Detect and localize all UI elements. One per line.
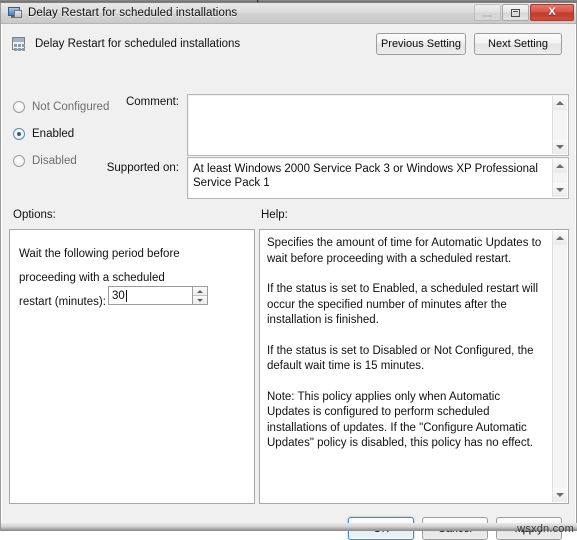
options-label: Options:	[13, 209, 56, 221]
help-paragraph: Specifies the amount of time for Automat…	[267, 236, 544, 267]
stepper-buttons	[192, 286, 208, 305]
restore-icon	[511, 9, 520, 17]
supported-scroll-down-button[interactable]	[553, 183, 567, 197]
previous-setting-button[interactable]: Previous Setting	[376, 33, 466, 55]
title-bar: Delay Restart for scheduled installation…	[1, 3, 576, 24]
text-caret	[126, 290, 127, 302]
help-paragraph: If the status is set to Enabled, a sched…	[267, 282, 544, 329]
restart-minutes-value: 30	[112, 290, 125, 302]
scroll-down-arrow-icon	[556, 493, 564, 497]
help-text-area: Specifies the amount of time for Automat…	[260, 230, 552, 503]
help-scroll-down-button[interactable]	[553, 488, 567, 502]
help-paragraph: If the status is set to Disabled or Not …	[267, 344, 544, 375]
scroll-down-arrow-icon	[556, 145, 564, 149]
setting-header: Delay Restart for scheduled installation…	[11, 36, 240, 52]
comment-scrollbar[interactable]	[552, 96, 567, 154]
help-panel: Specifies the amount of time for Automat…	[259, 229, 569, 504]
scroll-down-arrow-icon	[556, 188, 564, 192]
spinner-up-icon	[197, 290, 203, 293]
policy-setting-icon	[7, 5, 23, 21]
spinner-down-icon	[197, 299, 203, 302]
supported-on-textarea[interactable]: At least Windows 2000 Service Pack 3 or …	[187, 157, 569, 199]
next-setting-button[interactable]: Next Setting	[474, 33, 562, 55]
scroll-up-arrow-icon	[556, 236, 564, 240]
help-scroll-up-button[interactable]	[553, 231, 567, 245]
policy-setting-dialog: Delay Restart for scheduled installation…	[0, 3, 577, 531]
supported-on-scrollbar[interactable]	[552, 159, 567, 197]
watermark: wsxdn.com	[517, 523, 574, 535]
supported-on-label: Supported on:	[69, 162, 179, 174]
window-controls: X	[473, 4, 574, 21]
setting-navigation: Previous Setting Next Setting	[376, 33, 562, 55]
restart-minutes-stepper[interactable]: 30	[108, 286, 208, 305]
restart-minutes-input[interactable]: 30	[108, 286, 192, 305]
radio-enabled-icon	[13, 128, 25, 140]
comment-textarea[interactable]	[187, 94, 569, 156]
restore-button[interactable]	[502, 4, 529, 21]
radio-enabled[interactable]: Enabled	[13, 123, 109, 145]
comment-scroll-up-button[interactable]	[553, 96, 567, 110]
close-button[interactable]: X	[530, 4, 574, 21]
options-line-1: Wait the following period before	[19, 242, 246, 266]
help-scrollbar[interactable]	[552, 231, 567, 502]
radio-enabled-label: Enabled	[32, 128, 74, 140]
comment-label: Comment:	[69, 96, 179, 108]
supported-scroll-up-button[interactable]	[553, 159, 567, 173]
close-icon: X	[548, 7, 555, 18]
scroll-up-arrow-icon	[556, 164, 564, 168]
minimize-button[interactable]	[474, 4, 501, 21]
help-label: Help:	[261, 209, 288, 221]
stepper-decrement-button[interactable]	[193, 295, 207, 304]
scroll-up-arrow-icon	[556, 101, 564, 105]
minimize-icon	[483, 15, 492, 17]
options-panel: Wait the following period before proceed…	[9, 229, 255, 504]
window-bottom-edge	[1, 523, 577, 531]
radio-not-configured-icon	[13, 101, 25, 113]
stepper-increment-button[interactable]	[193, 287, 207, 295]
group-policy-setting-icon	[11, 36, 27, 52]
supported-on-value: At least Windows 2000 Service Pack 3 or …	[193, 162, 550, 190]
help-paragraph: Note: This policy applies only when Auto…	[267, 390, 544, 452]
comment-scroll-down-button[interactable]	[553, 140, 567, 154]
setting-title: Delay Restart for scheduled installation…	[35, 38, 240, 50]
radio-disabled-icon	[13, 155, 25, 167]
window-title: Delay Restart for scheduled installation…	[28, 7, 237, 19]
